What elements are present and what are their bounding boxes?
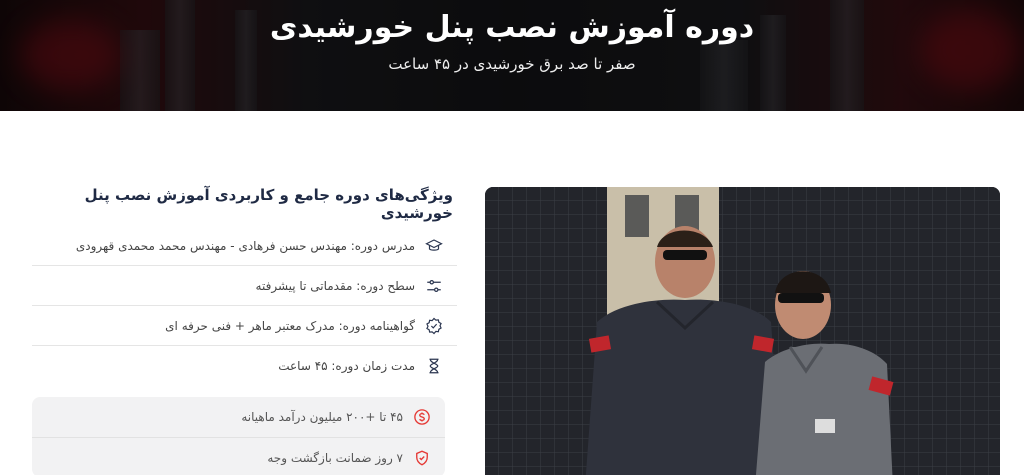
feature-instructor-text: مدرس دوره: مهندس حسن فرهادی - مهندس محمد… xyxy=(75,238,415,253)
promo-guarantee-text: ۷ روز ضمانت بازگشت وجه xyxy=(267,450,403,465)
feature-certificate-text: گواهینامه دوره: مدرک معتبر ماهر + فنی حر… xyxy=(165,318,415,333)
promo-box: ۴۵ تا +۲۰۰ میلیون درآمد ماهیانه ۷ روز ضم… xyxy=(32,397,445,475)
hourglass-icon xyxy=(425,357,443,375)
features-title: ویژگی‌های دوره جامع و کاربردی آموزش نصب … xyxy=(84,186,453,222)
hero-title: دوره آموزش نصب پنل خورشیدی xyxy=(269,10,755,45)
shield-check-icon xyxy=(413,449,431,467)
feature-certificate: گواهینامه دوره: مدرک معتبر ماهر + فنی حر… xyxy=(32,306,457,346)
feature-level: سطح دوره: مقدماتی تا پیشرفته xyxy=(32,266,457,306)
graduation-cap-icon xyxy=(425,237,443,255)
promo-income-text: ۴۵ تا +۲۰۰ میلیون درآمد ماهیانه xyxy=(241,410,403,424)
course-instructors-photo xyxy=(485,187,1000,475)
instructors-illustration xyxy=(485,187,1000,475)
features-list: مدرس دوره: مهندس حسن فرهادی - مهندس محمد… xyxy=(32,226,457,386)
promo-income: ۴۵ تا +۲۰۰ میلیون درآمد ماهیانه xyxy=(32,397,445,437)
hero-banner: دوره آموزش نصب پنل خورشیدی صفر تا صد برق… xyxy=(0,0,1024,111)
feature-duration: مدت زمان دوره: ۴۵ ساعت xyxy=(32,346,457,386)
dollar-circle-icon xyxy=(413,408,431,426)
sliders-icon xyxy=(425,277,443,295)
feature-instructor: مدرس دوره: مهندس حسن فرهادی - مهندس محمد… xyxy=(32,226,457,266)
feature-duration-text: مدت زمان دوره: ۴۵ ساعت xyxy=(278,359,415,373)
hero-subtitle: صفر تا صد برق خورشیدی در ۴۵ ساعت xyxy=(388,55,636,73)
feature-level-text: سطح دوره: مقدماتی تا پیشرفته xyxy=(255,278,415,293)
badge-check-icon xyxy=(425,317,443,335)
promo-guarantee: ۷ روز ضمانت بازگشت وجه xyxy=(32,437,445,475)
course-features: ویژگی‌های دوره جامع و کاربردی آموزش نصب … xyxy=(32,186,457,386)
